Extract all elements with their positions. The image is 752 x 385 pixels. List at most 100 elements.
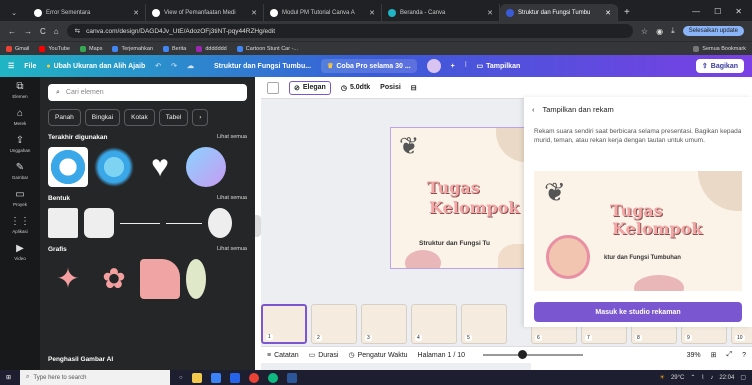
weather-temp[interactable]: 29°C: [671, 375, 684, 381]
slide-thumbnail[interactable]: 4: [411, 304, 457, 344]
close-window-icon[interactable]: ✕: [735, 7, 742, 16]
ai-generator-title[interactable]: Penghasil Gambar AI: [48, 356, 113, 363]
bookmark-item[interactable]: Gmail: [6, 45, 29, 52]
slide-thumbnail[interactable]: 3: [361, 304, 407, 344]
slide-canvas[interactable]: ❦ Tugas Kelompok Struktur dan Fungsi Tu: [390, 127, 531, 269]
back-icon[interactable]: ←: [8, 27, 16, 36]
redo-icon[interactable]: ↷: [171, 62, 177, 70]
timer-button[interactable]: ◷ Pengatur Waktu: [348, 351, 407, 360]
slide-subtitle[interactable]: Struktur dan Fungsi Tu: [419, 240, 490, 247]
rail-item-gambar[interactable]: ✎ Gambar: [12, 162, 28, 180]
tab-close-icon[interactable]: ✕: [133, 9, 139, 17]
bookmark-item[interactable]: Cartoon Stunt Car -...: [236, 45, 298, 52]
fullscreen-icon[interactable]: ⤢: [726, 351, 732, 359]
rail-item-aplikasi[interactable]: ⋮⋮ Aplikasi: [10, 216, 30, 234]
extension-icon[interactable]: ◉: [656, 27, 663, 36]
slide-thumbnail[interactable]: 1: [261, 304, 307, 344]
tab-close-icon[interactable]: ✕: [251, 9, 257, 17]
add-collaborator-icon[interactable]: +: [451, 63, 455, 70]
browser-tab[interactable]: Beranda - Canva ✕: [382, 4, 500, 21]
graphic-sparkle[interactable]: ✦: [48, 259, 88, 299]
enter-recording-studio-button[interactable]: Masuk ke studio rekaman: [534, 302, 742, 322]
lock-icon[interactable]: ⊟: [411, 84, 417, 92]
rail-item-video[interactable]: ▶ Video: [14, 243, 25, 261]
shape-square[interactable]: [48, 208, 78, 238]
clock-time[interactable]: 22:04: [719, 375, 734, 381]
zoom-level[interactable]: 39%: [687, 352, 701, 359]
notes-button[interactable]: ≡ Catatan: [267, 352, 299, 359]
tab-close-icon[interactable]: ✕: [605, 9, 611, 17]
color-swatch[interactable]: [267, 81, 279, 94]
zoom-slider[interactable]: [483, 350, 584, 359]
taskbar-search[interactable]: ⌕ Type here to search: [20, 370, 171, 385]
volume-icon[interactable]: ♪: [710, 375, 713, 381]
menu-icon[interactable]: ☰: [8, 62, 14, 70]
tab-search-icon[interactable]: ⌄: [0, 4, 28, 21]
chips-next-icon[interactable]: ›: [192, 109, 209, 126]
task-view-icon[interactable]: ○: [179, 375, 183, 381]
rail-item-proyek[interactable]: ▭ Proyek: [13, 189, 27, 207]
windows-start-icon[interactable]: ⊞: [6, 374, 11, 381]
bookmark-item[interactable]: YouTube: [39, 45, 70, 52]
file-menu[interactable]: File: [24, 63, 36, 70]
graphics-see-all[interactable]: Lihat semua: [217, 246, 247, 253]
update-button[interactable]: Selesaikan update: [682, 26, 744, 36]
grid-view-icon[interactable]: ⊞: [711, 351, 717, 359]
bookmark-item[interactable]: Maps: [80, 45, 102, 52]
recent-element-flower[interactable]: [94, 147, 134, 187]
slide-thumbnail[interactable]: 5: [461, 304, 507, 344]
browser-tab[interactable]: Modul PM Tutorial Canva A ✕: [264, 4, 382, 21]
taskbar-app-mail[interactable]: [229, 372, 240, 383]
browser-tab[interactable]: View of Pemanfaatan Medi ✕: [146, 4, 264, 21]
resize-button[interactable]: ● Ubah Ukuran dan Alih Ajaib: [46, 63, 145, 70]
taskbar-app-store[interactable]: [210, 372, 221, 383]
bookmark-item[interactable]: Terjemahkan: [112, 45, 153, 52]
minimize-icon[interactable]: —: [692, 7, 700, 16]
present-button[interactable]: ▭ Tampilkan: [477, 62, 521, 71]
network-icon[interactable]: ⌇: [701, 374, 704, 381]
rail-item-merek[interactable]: ⌂ Merek: [14, 108, 27, 126]
element-search[interactable]: ⌕ Cari elemen: [48, 84, 247, 101]
bookmark-star-icon[interactable]: ☆: [641, 27, 648, 36]
reload-icon[interactable]: C: [40, 27, 46, 36]
animation-style-button[interactable]: ⊘ Elegan: [289, 80, 331, 95]
notification-icon[interactable]: ▢: [740, 374, 746, 381]
back-chevron-icon[interactable]: ‹: [532, 105, 535, 114]
browser-tab[interactable]: Struktur dan Fungsi Tumbu ✕: [500, 4, 618, 21]
slide-title-line1[interactable]: Tugas: [427, 178, 480, 197]
tab-close-icon[interactable]: ✕: [369, 9, 375, 17]
category-chip[interactable]: Panah: [48, 109, 81, 126]
shape-rounded-square[interactable]: [84, 208, 114, 238]
download-icon[interactable]: ⤓: [671, 26, 675, 36]
undo-icon[interactable]: ↶: [155, 62, 161, 70]
shapes-see-all[interactable]: Lihat semua: [217, 195, 247, 202]
maximize-icon[interactable]: ☐: [714, 7, 721, 16]
slide-thumbnail[interactable]: 2: [311, 304, 357, 344]
all-bookmarks-link[interactable]: Semua Bookmark: [693, 45, 746, 52]
home-icon[interactable]: ⌂: [54, 27, 59, 36]
shape-half-circle[interactable]: [208, 208, 232, 238]
taskbar-app-files[interactable]: [191, 372, 202, 383]
graphic-shape-pink[interactable]: [140, 259, 180, 299]
recent-element-blob[interactable]: [48, 147, 88, 187]
shape-line-arrow[interactable]: [166, 222, 202, 224]
tray-chevron-icon[interactable]: ⌃: [690, 374, 695, 381]
page-indicator[interactable]: Halaman 1 / 10: [418, 352, 465, 359]
recent-element-heart[interactable]: ♥: [140, 147, 180, 187]
taskbar-app-word[interactable]: [286, 372, 297, 383]
slide-title-line2[interactable]: Kelompok: [429, 198, 519, 217]
rail-item-unggahan[interactable]: ⇪ Unggahan: [10, 135, 31, 153]
position-button[interactable]: Posisi: [380, 84, 401, 91]
category-chip[interactable]: Tabel: [158, 109, 189, 126]
browser-tab[interactable]: Error Sementara ✕: [28, 4, 146, 21]
tab-close-icon[interactable]: ✕: [487, 9, 493, 17]
rail-item-elemen[interactable]: ⧉ Elemen: [12, 81, 27, 99]
graphic-flower-outline[interactable]: ✿: [94, 259, 134, 299]
shape-line[interactable]: [120, 222, 160, 224]
recent-see-all[interactable]: Lihat semua: [217, 134, 247, 141]
zoom-slider-knob[interactable]: [518, 350, 528, 359]
recent-element-cloud[interactable]: [186, 147, 226, 187]
graphic-leaf[interactable]: [186, 259, 206, 299]
duration-status-button[interactable]: ▭ Durasi: [309, 351, 339, 360]
duration-button[interactable]: ◷ 5.0dtk: [341, 84, 370, 92]
